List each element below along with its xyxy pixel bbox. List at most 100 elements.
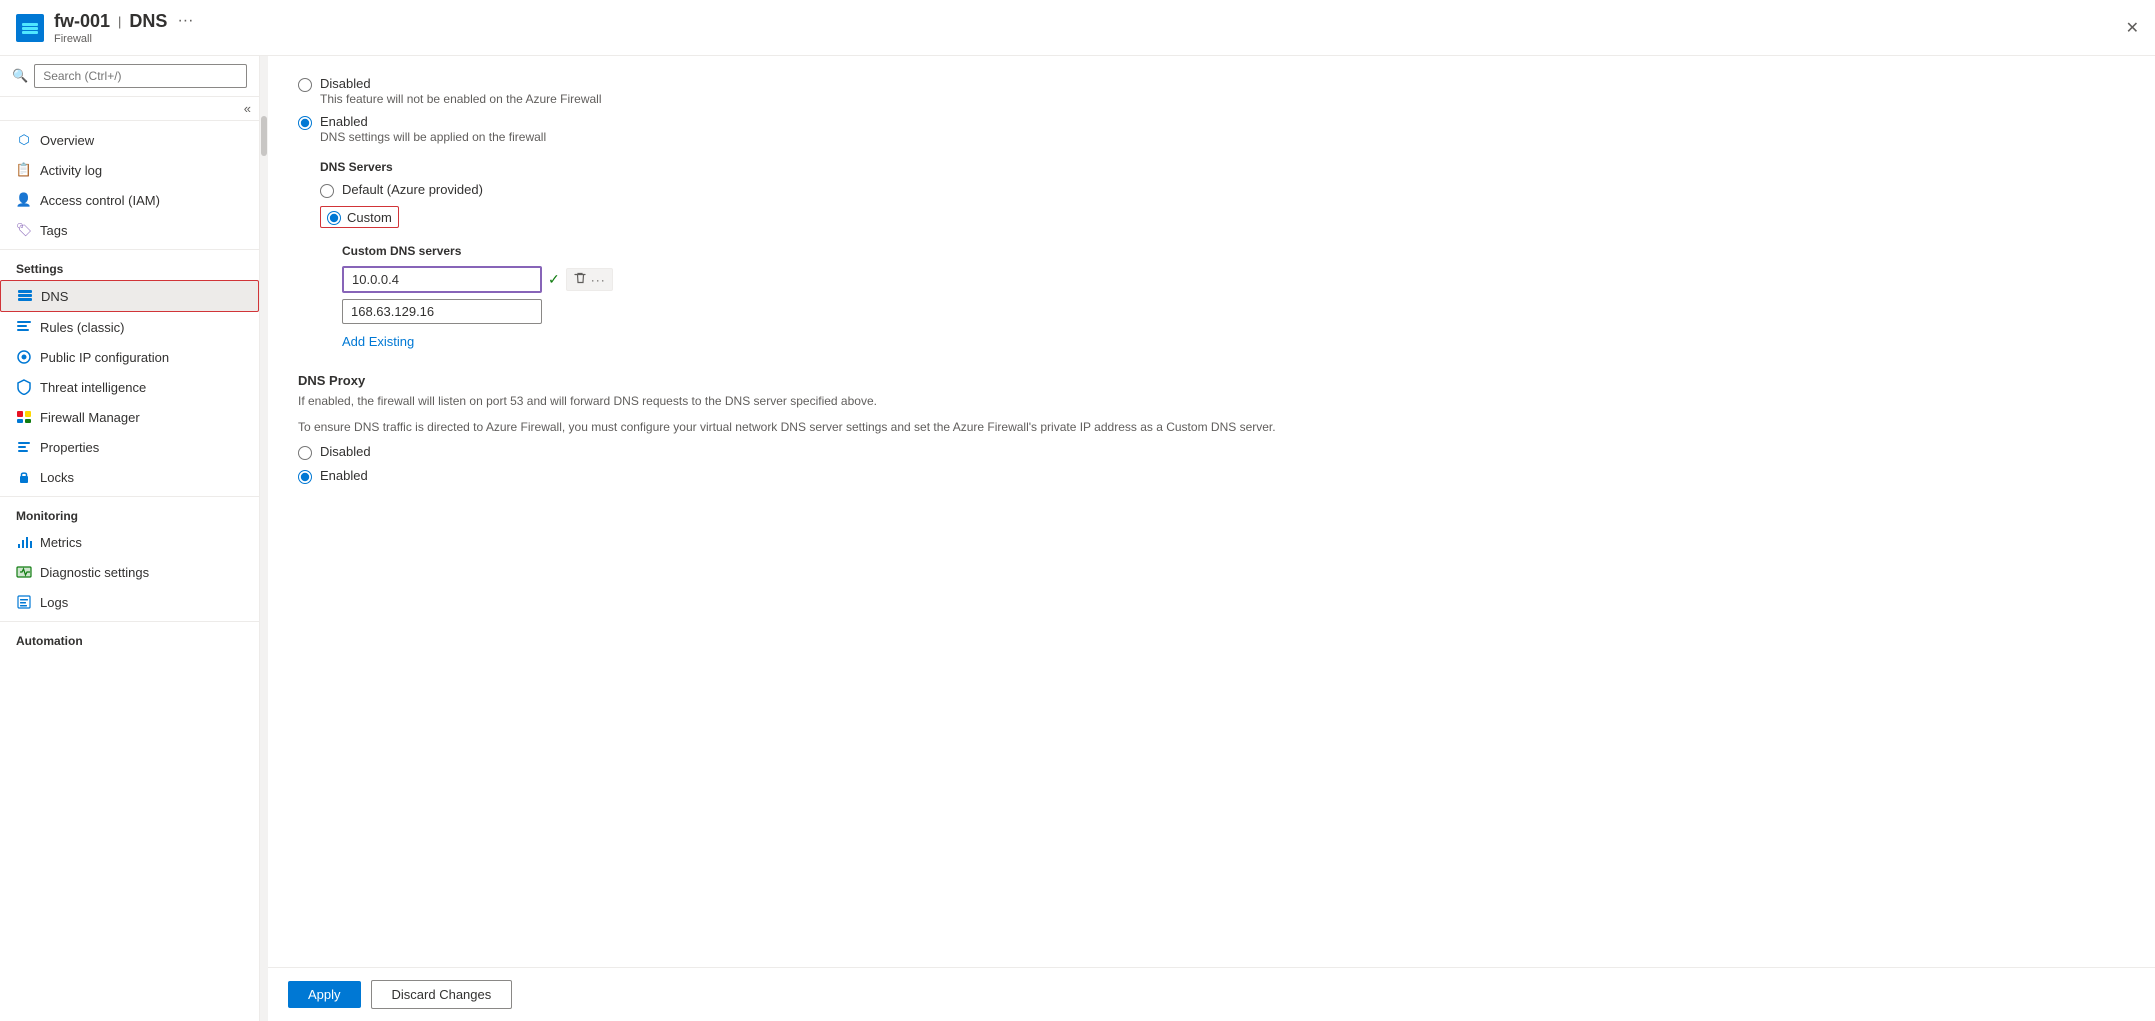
dns-action-icons-1: ··· xyxy=(566,268,613,291)
delete-icon-1[interactable] xyxy=(573,271,587,288)
sidebar: 🔍 « ⬡ Overview 📋 Activity log 👤 Access c… xyxy=(0,56,260,1021)
proxy-enabled-option: Enabled xyxy=(298,468,2125,484)
proxy-radio-group: Disabled Enabled xyxy=(298,444,2125,484)
collapse-sidebar-button[interactable]: « xyxy=(244,101,251,116)
sidebar-item-firewall-manager[interactable]: Firewall Manager xyxy=(0,402,259,432)
dns-server-row-2 xyxy=(342,299,2125,324)
resource-name: fw-001 xyxy=(54,11,110,32)
sidebar-item-locks[interactable]: Locks xyxy=(0,462,259,492)
disabled-radio[interactable] xyxy=(298,78,312,92)
disabled-label[interactable]: Disabled xyxy=(320,76,602,91)
dns-servers-subsection: DNS Servers Default (Azure provided) Cus… xyxy=(320,160,2125,353)
activity-icon: 📋 xyxy=(16,162,32,178)
dns-server-type-group: Default (Azure provided) Custom xyxy=(320,182,2125,228)
default-server-label[interactable]: Default (Azure provided) xyxy=(342,182,483,197)
more-options-button[interactable]: ··· xyxy=(177,12,193,30)
separator: | xyxy=(118,14,121,29)
sidebar-label-metrics: Metrics xyxy=(40,535,82,550)
custom-server-radio[interactable] xyxy=(327,211,341,225)
logs-icon xyxy=(16,594,32,610)
discard-button[interactable]: Discard Changes xyxy=(371,980,513,1009)
sidebar-item-activity-log[interactable]: 📋 Activity log xyxy=(0,155,259,185)
enabled-desc: DNS settings will be applied on the fire… xyxy=(320,130,546,144)
proxy-enabled-label[interactable]: Enabled xyxy=(320,468,368,483)
overview-icon: ⬡ xyxy=(16,132,32,148)
tags-icon: 🏷 xyxy=(16,222,32,238)
sidebar-label-logs: Logs xyxy=(40,595,68,610)
sidebar-scrollbar[interactable] xyxy=(260,56,268,1021)
top-level-dns-radio-group: Disabled This feature will not be enable… xyxy=(298,76,2125,144)
dns-proxy-section: DNS Proxy If enabled, the firewall will … xyxy=(298,373,2125,484)
bottom-bar: Apply Discard Changes xyxy=(268,967,2155,1021)
proxy-desc-1: If enabled, the firewall will listen on … xyxy=(298,392,2125,410)
custom-server-option: Custom xyxy=(320,206,2125,228)
proxy-title: DNS Proxy xyxy=(298,373,2125,388)
default-server-radio[interactable] xyxy=(320,184,334,198)
sidebar-item-iam[interactable]: 👤 Access control (IAM) xyxy=(0,185,259,215)
sidebar-item-public-ip[interactable]: Public IP configuration xyxy=(0,342,259,372)
sidebar-label-fwmgr: Firewall Manager xyxy=(40,410,140,425)
sidebar-nav: ⬡ Overview 📋 Activity log 👤 Access contr… xyxy=(0,121,259,1021)
title-group: fw-001 | DNS ··· Firewall xyxy=(54,11,193,45)
more-icon-1[interactable]: ··· xyxy=(591,273,606,287)
proxy-disabled-option: Disabled xyxy=(298,444,2125,460)
search-icon: 🔍 xyxy=(12,68,28,84)
search-input[interactable] xyxy=(34,64,247,88)
sidebar-label-public-ip: Public IP configuration xyxy=(40,350,169,365)
sidebar-item-threat-intel[interactable]: Threat intelligence xyxy=(0,372,259,402)
sidebar-item-logs[interactable]: Logs xyxy=(0,587,259,617)
custom-dns-block: Custom DNS servers ✓ ··· xyxy=(342,244,2125,353)
iam-icon: 👤 xyxy=(16,192,32,208)
sidebar-label-properties: Properties xyxy=(40,440,99,455)
monitoring-section-header: Monitoring xyxy=(0,496,259,527)
sidebar-label-dns: DNS xyxy=(41,289,68,304)
add-existing-button[interactable]: Add Existing xyxy=(342,330,414,353)
default-server-option: Default (Azure provided) xyxy=(320,182,2125,198)
content-scroll: Disabled This feature will not be enable… xyxy=(268,56,2155,967)
sidebar-label-diagnostic: Diagnostic settings xyxy=(40,565,149,580)
sidebar-label-rules: Rules (classic) xyxy=(40,320,125,335)
sidebar-label-iam: Access control (IAM) xyxy=(40,193,160,208)
sidebar-item-overview[interactable]: ⬡ Overview xyxy=(0,125,259,155)
sidebar-item-metrics[interactable]: Metrics xyxy=(0,527,259,557)
check-icon-1: ✓ xyxy=(548,271,560,288)
main-layout: 🔍 « ⬡ Overview 📋 Activity log 👤 Access c… xyxy=(0,56,2155,1021)
dns-server-input-1[interactable] xyxy=(342,266,542,293)
sidebar-search-wrap: 🔍 xyxy=(0,56,259,97)
sidebar-label-activity-log: Activity log xyxy=(40,163,102,178)
proxy-disabled-label[interactable]: Disabled xyxy=(320,444,371,459)
proxy-desc-2: To ensure DNS traffic is directed to Azu… xyxy=(298,418,2125,436)
close-button[interactable]: ✕ xyxy=(2126,18,2139,38)
custom-dns-title: Custom DNS servers xyxy=(342,244,2125,258)
top-bar: fw-001 | DNS ··· Firewall ✕ xyxy=(0,0,2155,56)
pip-icon xyxy=(16,349,32,365)
sidebar-label-overview: Overview xyxy=(40,133,94,148)
apply-button[interactable]: Apply xyxy=(288,981,361,1008)
disabled-desc: This feature will not be enabled on the … xyxy=(320,92,602,106)
dns-icon xyxy=(17,288,33,304)
proxy-disabled-radio[interactable] xyxy=(298,446,312,460)
custom-radio-highlight: Custom xyxy=(320,206,399,228)
sidebar-item-properties[interactable]: Properties xyxy=(0,432,259,462)
sidebar-item-tags[interactable]: 🏷 Tags xyxy=(0,215,259,245)
proxy-enabled-radio[interactable] xyxy=(298,470,312,484)
diagnostic-icon xyxy=(16,564,32,580)
custom-server-label[interactable]: Custom xyxy=(347,210,392,225)
resource-type: Firewall xyxy=(54,33,193,45)
resource-icon xyxy=(16,14,44,42)
automation-section-header: Automation xyxy=(0,621,259,652)
sidebar-item-rules[interactable]: Rules (classic) xyxy=(0,312,259,342)
enabled-radio[interactable] xyxy=(298,116,312,130)
enabled-option: Enabled DNS settings will be applied on … xyxy=(298,114,2125,144)
content-area: Disabled This feature will not be enable… xyxy=(268,56,2155,1021)
threat-icon xyxy=(16,379,32,395)
sidebar-label-tags: Tags xyxy=(40,223,67,238)
dns-server-row-1: ✓ ··· xyxy=(342,266,2125,293)
locks-icon xyxy=(16,469,32,485)
enabled-label[interactable]: Enabled xyxy=(320,114,546,129)
sidebar-item-dns[interactable]: DNS xyxy=(0,280,259,312)
properties-icon xyxy=(16,439,32,455)
scrollbar-thumb[interactable] xyxy=(261,116,267,156)
dns-server-input-2[interactable] xyxy=(342,299,542,324)
sidebar-item-diagnostic[interactable]: Diagnostic settings xyxy=(0,557,259,587)
